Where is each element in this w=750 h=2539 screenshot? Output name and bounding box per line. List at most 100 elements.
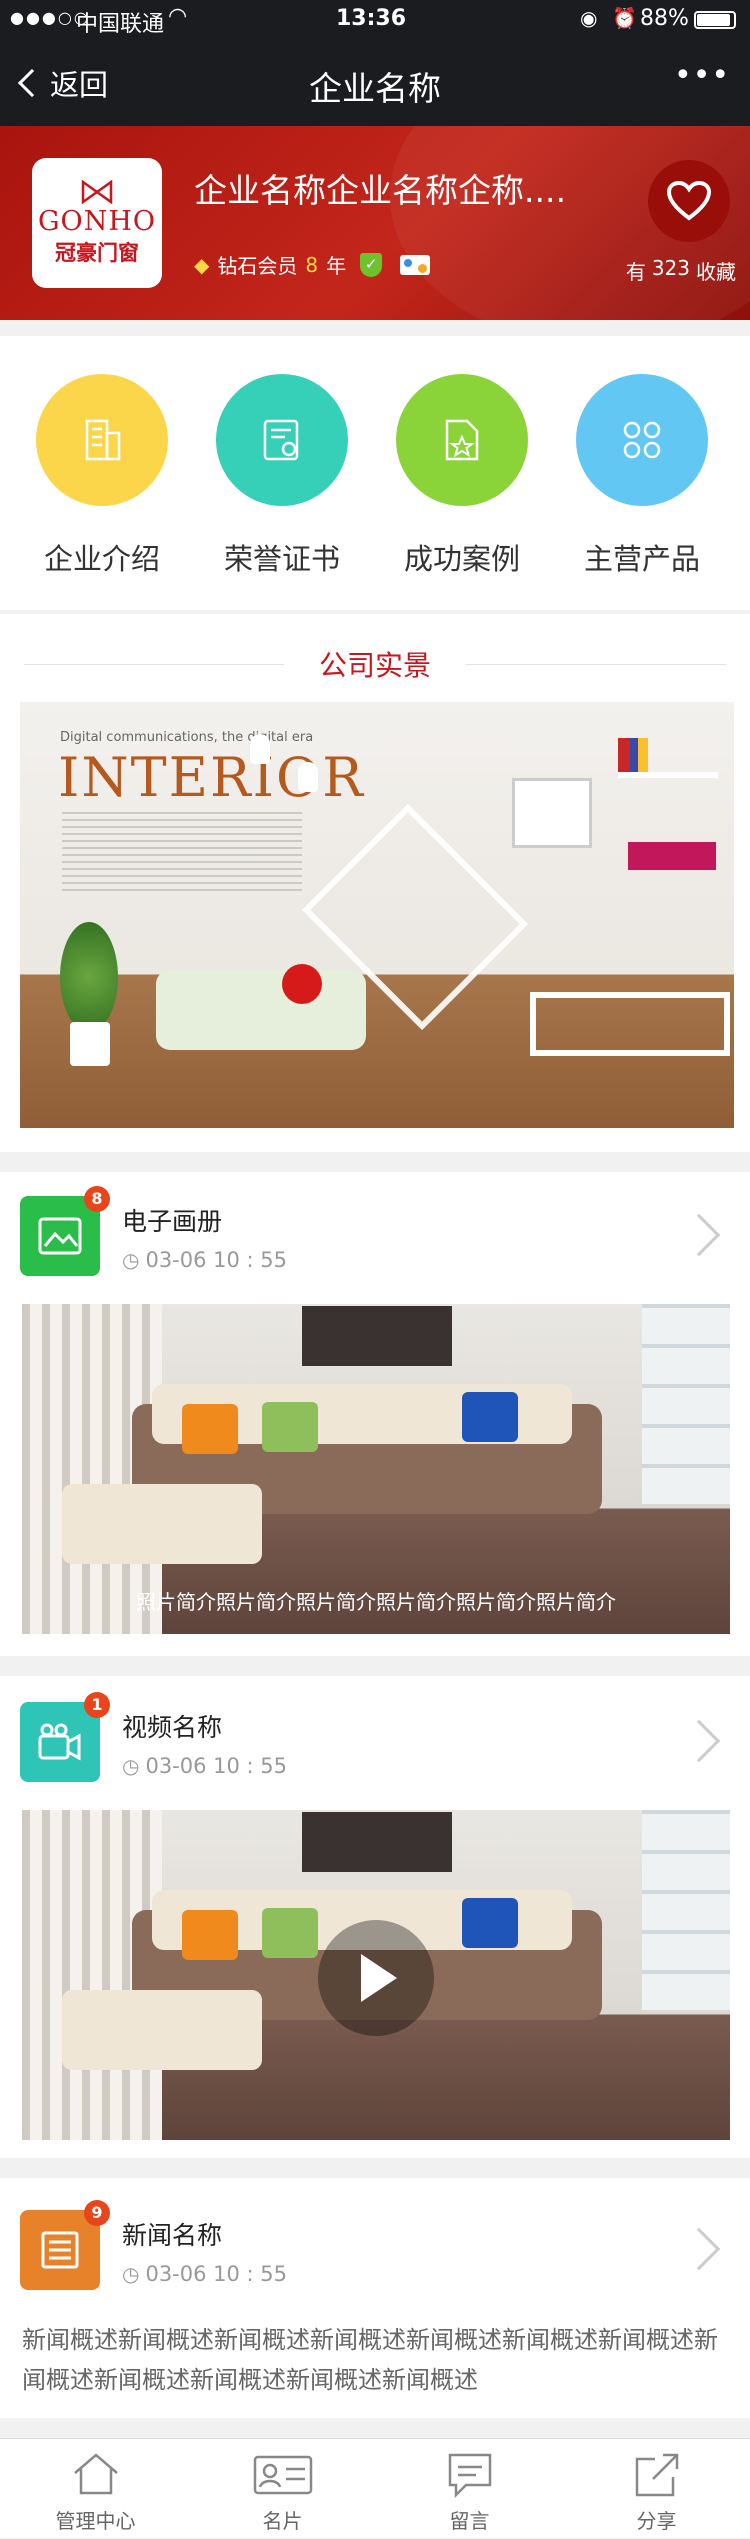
- item-time-text: 03-06 10 : 55: [145, 2262, 288, 2286]
- item-time: ◷ 03-06 10 : 55: [122, 1248, 287, 1272]
- ottoman: [62, 1484, 262, 1564]
- heart-cushion: [282, 964, 322, 1004]
- member-years-unit: 年: [326, 254, 347, 278]
- battery-percent: 88%: [640, 6, 689, 31]
- bottom-tab-bar: 管理中心 名片 留言 分享: [0, 2438, 750, 2538]
- cushion-blue: [462, 1898, 518, 1948]
- unread-badge: 1: [84, 1692, 110, 1718]
- plant-foliage: [60, 922, 118, 1032]
- video-camera-icon: [38, 1723, 81, 1761]
- clock-icon: ◷: [122, 2262, 140, 2286]
- category-label: 荣誉证书: [223, 542, 340, 576]
- tab-message[interactable]: 留言: [376, 2439, 563, 2539]
- glass-shelf: [642, 1304, 730, 1504]
- cushion-green: [262, 1908, 318, 1958]
- category-honors[interactable]: 荣誉证书: [216, 374, 348, 578]
- tab-label: 分享: [636, 2509, 677, 2533]
- pendant-lamp: [298, 762, 318, 792]
- category-company-intro[interactable]: 企业介绍: [36, 374, 168, 578]
- item-title: 视频名称: [122, 1713, 223, 1742]
- certificate-icon: [263, 419, 299, 461]
- tab-label: 留言: [449, 2509, 490, 2533]
- category-success-cases[interactable]: 成功案例: [396, 374, 528, 578]
- clock-icon: ◷: [122, 1248, 140, 1272]
- logo-text-cn: 冠豪门窗: [55, 240, 139, 265]
- pendant-lamp: [250, 734, 270, 764]
- favorite-button[interactable]: [648, 160, 730, 242]
- low-shelf: [530, 992, 730, 1056]
- favorites-prefix: 有: [625, 260, 646, 284]
- feed-item-news[interactable]: 9 新闻名称 ◷ 03-06 10 : 55 新闻概述新闻概述新闻概述新闻概述新…: [0, 2178, 750, 2418]
- tab-business-card[interactable]: 名片: [189, 2439, 376, 2539]
- status-bar: ●●●○○ 中国联通 ◠ 13:36 ◉ ⏰ 88%: [0, 0, 750, 40]
- chevron-right-icon: [677, 1719, 721, 1763]
- back-button[interactable]: 返回: [16, 58, 108, 108]
- feed-item-album[interactable]: 8 电子画册 ◷ 03-06 10 : 55 照片简介照片简介照片简介照片简介照…: [0, 1172, 750, 1656]
- logo-mark-icon: [81, 179, 113, 204]
- favorites-suffix: 收藏: [696, 260, 736, 284]
- card-icon: [253, 2455, 313, 2495]
- verified-shield-icon: ✓: [360, 252, 383, 277]
- company-name: 企业名称企业名称企称....: [194, 171, 566, 210]
- album-image[interactable]: 照片简介照片简介照片简介照片简介照片简介照片简介: [22, 1304, 730, 1634]
- item-title: 电子画册: [122, 1207, 223, 1236]
- wifi-icon: ◠: [168, 4, 188, 29]
- showcase-section: 公司实景 Digital communications, the digital…: [0, 614, 750, 1152]
- category-main-products[interactable]: 主营产品: [576, 374, 708, 578]
- share-icon: [635, 2453, 679, 2497]
- glass-shelf: [642, 1810, 730, 2010]
- play-button[interactable]: [318, 1920, 434, 2036]
- more-button[interactable]: •••: [674, 58, 730, 93]
- showcase-image-caption: Digital communications, the digital era: [60, 730, 314, 745]
- building-icon: [85, 419, 121, 461]
- chevron-right-icon: [677, 1213, 721, 1257]
- tab-management-center[interactable]: 管理中心: [2, 2439, 189, 2539]
- tab-share[interactable]: 分享: [563, 2439, 750, 2539]
- cushion-orange: [182, 1910, 238, 1960]
- tab-label: 名片: [262, 2509, 303, 2533]
- company-logo: GONHO 冠豪门窗: [32, 158, 162, 288]
- divider: [466, 664, 726, 665]
- cushion-blue: [462, 1392, 518, 1442]
- back-label: 返回: [50, 68, 109, 102]
- video-thumbnail[interactable]: [22, 1810, 730, 2140]
- body-text-block: [62, 812, 302, 892]
- carrier-label: 中国联通: [76, 12, 165, 37]
- image-icon: [38, 1217, 82, 1255]
- member-info: ◆ 钻石会员 8 年 ✓: [194, 250, 431, 279]
- category-label: 成功案例: [403, 542, 520, 576]
- category-circle: [396, 374, 528, 506]
- sofa: [156, 970, 366, 1050]
- chevron-right-icon: [677, 2227, 721, 2271]
- favorites-count-label: 有 323 收藏: [626, 256, 736, 285]
- chevron-left-icon: [17, 68, 47, 98]
- category-circle: [216, 374, 348, 506]
- company-header: GONHO 冠豪门窗 企业名称企业名称企称.... ◆ 钻石会员 8 年 ✓ 有…: [0, 126, 750, 320]
- category-label: 主营产品: [583, 542, 700, 576]
- tab-label: 管理中心: [55, 2509, 136, 2533]
- category-circle: [576, 374, 708, 506]
- category-circle: [36, 374, 168, 506]
- alarm-icon: ⏰: [612, 6, 637, 30]
- message-icon: [448, 2453, 492, 2499]
- showcase-image[interactable]: Digital communications, the digital era …: [20, 702, 734, 1128]
- feed-item-video[interactable]: 1 视频名称 ◷ 03-06 10 : 55: [0, 1676, 750, 2158]
- unread-badge: 8: [84, 1186, 110, 1212]
- member-level: 钻石会员: [217, 254, 298, 278]
- favorites-count: 323: [651, 256, 690, 280]
- product-grid-icon: [623, 421, 661, 459]
- category-label: 企业介绍: [43, 542, 160, 576]
- cushion-green: [262, 1402, 318, 1452]
- clock-time: 13:36: [336, 6, 407, 31]
- showcase-image-heading: INTERIOR: [58, 746, 365, 809]
- photo-caption: 照片简介照片简介照片简介照片简介照片简介照片简介: [136, 1590, 616, 1614]
- item-time-text: 03-06 10 : 55: [145, 1754, 288, 1778]
- item-time-text: 03-06 10 : 55: [145, 1248, 288, 1272]
- clock-icon: ◷: [122, 1754, 140, 1778]
- cushion-orange: [182, 1404, 238, 1454]
- item-title: 新闻名称: [122, 2221, 223, 2250]
- play-icon: [361, 1954, 397, 2002]
- wall-shelf-pink: [628, 842, 716, 870]
- wall-art: [302, 1812, 452, 1872]
- nav-bar: 返回 企业名称 •••: [0, 40, 750, 126]
